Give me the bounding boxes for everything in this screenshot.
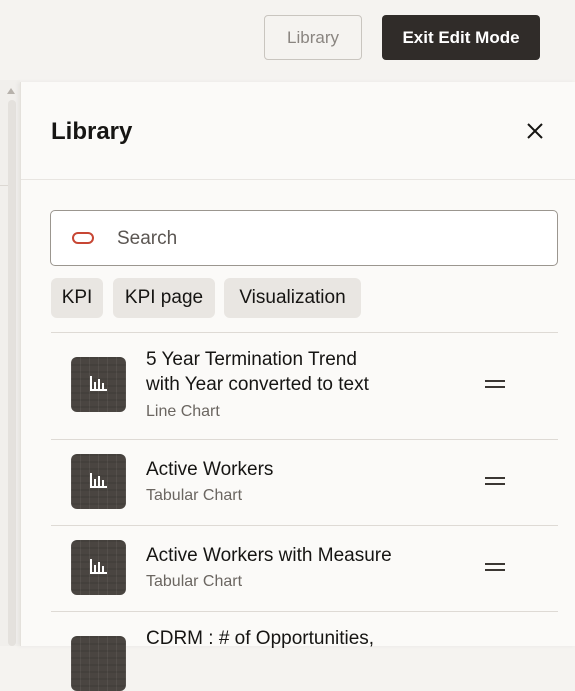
- bar-chart-icon: [90, 473, 107, 488]
- chip-kpi[interactable]: KPI: [51, 278, 103, 318]
- search-input[interactable]: [115, 223, 539, 255]
- top-toolbar: Library Exit Edit Mode: [0, 0, 575, 80]
- item-subtitle: Tabular Chart: [146, 573, 243, 590]
- item-thumbnail: [71, 540, 126, 595]
- item-thumbnail: [71, 454, 126, 509]
- item-title: 5 Year Termination Trend with Year conve…: [146, 349, 369, 395]
- list-item[interactable]: Active Workers Tabular Chart: [51, 439, 558, 526]
- chip-visualization[interactable]: Visualization: [224, 278, 361, 318]
- item-thumbnail: [71, 357, 126, 412]
- panel-divider: [21, 179, 575, 180]
- scroll-up-arrow-icon[interactable]: [7, 88, 15, 94]
- scrollbar[interactable]: [8, 100, 16, 646]
- item-thumbnail: [71, 636, 126, 691]
- item-subtitle: Line Chart: [146, 403, 220, 420]
- exit-edit-mode-button[interactable]: Exit Edit Mode: [382, 15, 540, 60]
- item-title: CDRM : # of Opportunities,: [146, 628, 375, 649]
- drag-handle-icon[interactable]: [485, 563, 505, 571]
- list-item[interactable]: 5 Year Termination Trend with Year conve…: [51, 332, 558, 440]
- library-button[interactable]: Library: [264, 15, 362, 60]
- close-icon[interactable]: [524, 120, 546, 142]
- bar-chart-icon: [90, 376, 107, 391]
- drag-handle-icon[interactable]: [485, 477, 505, 485]
- item-subtitle: Tabular Chart: [146, 487, 243, 504]
- panel-title: Library: [51, 118, 133, 145]
- item-title: Active Workers with Measure: [146, 545, 392, 566]
- drag-handle-icon[interactable]: [485, 380, 505, 388]
- chip-kpi-page[interactable]: KPI page: [113, 278, 215, 318]
- search-icon: [72, 232, 94, 244]
- library-panel: Library KPI KPI page Visualization: [20, 82, 575, 691]
- bar-chart-icon: [90, 559, 107, 574]
- search-field[interactable]: [50, 210, 558, 266]
- list-item[interactable]: Active Workers with Measure Tabular Char…: [51, 525, 558, 612]
- item-title: Active Workers: [146, 459, 274, 480]
